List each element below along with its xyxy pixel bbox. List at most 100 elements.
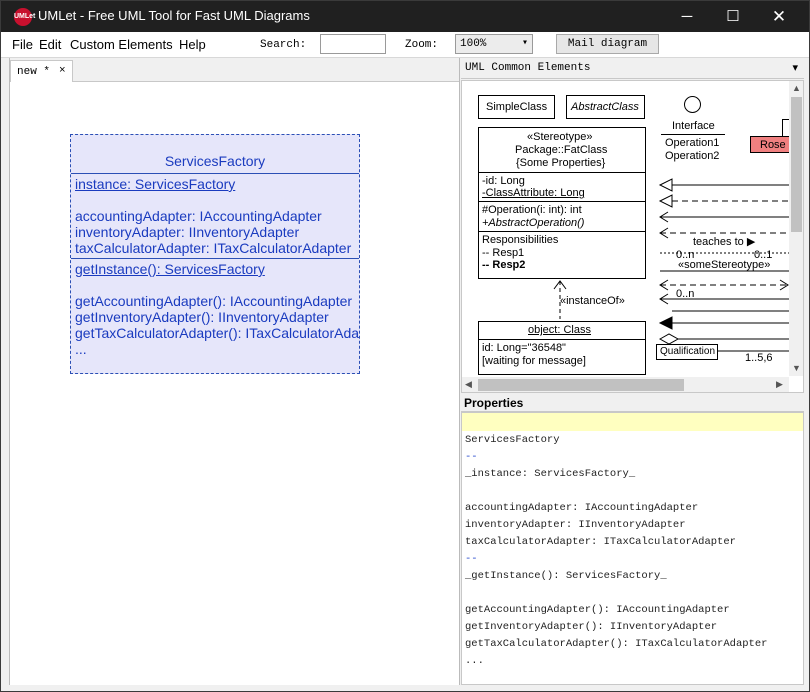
search-input[interactable]	[320, 34, 386, 54]
menu-help[interactable]: Help	[179, 37, 206, 52]
palette-horizontal-scrollbar[interactable]: ◀ ▶	[462, 377, 789, 392]
stereotype-label: «someStereotype»	[678, 259, 771, 271]
scroll-left-icon[interactable]: ◀	[465, 379, 472, 390]
qualification-label: Qualification	[660, 346, 716, 357]
class-separator	[71, 173, 359, 174]
class-static-field: instance: ServicesFactory	[75, 176, 236, 192]
fat-op: #Operation(i: int): int	[482, 204, 582, 216]
fat-resp: -- Resp2	[482, 259, 526, 271]
palette-object[interactable]: object: Class id: Long="36548" [waiting …	[478, 321, 646, 375]
properties-editor[interactable]: ServicesFactory -- _instance: ServicesFa…	[461, 412, 804, 685]
menu-file[interactable]: File	[12, 37, 33, 52]
fat-package: Package::FatClass	[515, 144, 608, 156]
menu-custom-elements[interactable]: Custom Elements	[70, 37, 173, 52]
property-line: getAccountingAdapter(): IAccountingAdapt…	[465, 604, 730, 616]
multiplicity-label: 1..5,6	[745, 352, 773, 364]
fat-attr: -ClassAttribute: Long	[482, 187, 585, 199]
class-field: taxCalculatorAdapter: ITaxCalculatorAdap…	[75, 240, 352, 256]
interface-divider	[661, 134, 725, 135]
class-method: getAccountingAdapter(): IAccountingAdapt…	[75, 293, 353, 309]
property-line: accountingAdapter: IAccountingAdapter	[465, 502, 699, 514]
palette-rose-note[interactable]: Rose	[750, 136, 790, 153]
class-static-method: getInstance(): ServicesFactory	[75, 261, 265, 277]
maximize-button[interactable]: ☐	[710, 1, 756, 32]
zoom-value: 100%	[460, 38, 487, 50]
property-line: taxCalculatorAdapter: ITaxCalculatorAdap…	[465, 536, 736, 548]
chevron-down-icon: ▾	[521, 38, 528, 49]
palette-simple-class-label: SimpleClass	[486, 101, 548, 113]
teaches-to-label: teaches to ▶	[693, 236, 756, 248]
palette-abstract-class-label: AbstractClass	[571, 101, 639, 113]
property-line: ServicesFactory	[465, 434, 560, 446]
app-window: UMLet UMLet - Free UML Tool for Fast UML…	[0, 0, 810, 692]
palette-vertical-scrollbar[interactable]: ▲ ▼	[789, 81, 803, 376]
palette-abstract-class[interactable]: AbstractClass	[566, 95, 645, 119]
scroll-thumb[interactable]	[791, 97, 802, 232]
close-button[interactable]: ✕	[756, 1, 802, 32]
menu-bar: File Edit Custom Elements Help Search: Z…	[1, 32, 809, 58]
fat-divider	[479, 172, 645, 173]
object-line: id: Long="36548"	[482, 342, 566, 354]
window-title: UMLet - Free UML Tool for Fast UML Diagr…	[38, 8, 310, 23]
rose-label: Rose	[760, 139, 786, 151]
tab-strip: new * ×	[10, 58, 459, 82]
fat-divider	[479, 231, 645, 232]
fat-op: +AbstractOperation()	[482, 217, 585, 229]
properties-header: Properties	[461, 394, 804, 412]
zoom-select[interactable]: 100% ▾	[455, 34, 533, 54]
object-name: object: Class	[528, 324, 591, 336]
scroll-right-icon[interactable]: ▶	[776, 379, 783, 390]
interface-op: Operation2	[665, 150, 720, 162]
property-line: _getInstance(): ServicesFactory_	[465, 570, 667, 582]
palette-simple-class[interactable]: SimpleClass	[478, 95, 555, 119]
property-line: --	[465, 451, 478, 463]
property-line: ...	[465, 655, 484, 667]
class-ellipsis: ...	[75, 341, 87, 357]
scroll-up-icon[interactable]: ▲	[792, 83, 801, 93]
multiplicity-label: 0..n	[676, 288, 695, 300]
property-line: inventoryAdapter: IInventoryAdapter	[465, 519, 686, 531]
palette-fat-class[interactable]: «Stereotype» Package::FatClass {Some Pro…	[478, 127, 646, 279]
palette-title: UML Common Elements	[465, 62, 591, 74]
chevron-down-icon: ▾	[792, 62, 798, 74]
properties-highlight-line	[462, 413, 803, 431]
palette-selector[interactable]: UML Common Elements ▾	[461, 58, 804, 79]
fat-properties: {Some Properties}	[516, 157, 606, 169]
element-palette[interactable]: SimpleClass AbstractClass Interface Oper…	[461, 80, 804, 393]
minimize-button[interactable]: ─	[664, 1, 710, 32]
fat-attr: -id: Long	[482, 175, 525, 187]
zoom-label: Zoom:	[405, 39, 439, 51]
palette-qualification[interactable]: Qualification	[656, 344, 718, 360]
uml-class-servicesfactory[interactable]: ServicesFactory instance: ServicesFactor…	[70, 134, 360, 374]
scroll-thumb[interactable]	[478, 379, 684, 391]
scroll-down-icon[interactable]: ▼	[792, 363, 801, 373]
class-field: inventoryAdapter: IInventoryAdapter	[75, 224, 300, 240]
object-divider	[479, 339, 645, 340]
interface-op: Operation1	[665, 137, 720, 149]
object-line: [waiting for message]	[482, 355, 586, 367]
class-separator	[71, 258, 359, 259]
tab-new[interactable]: new * ×	[10, 60, 73, 82]
class-method: getTaxCalculatorAdapter(): ITaxCalculato…	[75, 325, 360, 341]
search-label: Search:	[260, 39, 307, 51]
class-field: accountingAdapter: IAccountingAdapter	[75, 208, 322, 224]
property-line: getInventoryAdapter(): IInventoryAdapter	[465, 621, 718, 633]
umlet-logo-icon: UMLet	[14, 8, 35, 26]
class-name: ServicesFactory	[164, 153, 266, 169]
class-method: getInventoryAdapter(): IInventoryAdapter	[75, 309, 329, 325]
title-bar: UMLet UMLet - Free UML Tool for Fast UML…	[1, 1, 809, 32]
interface-circle-icon[interactable]	[684, 96, 701, 113]
menu-edit[interactable]: Edit	[39, 37, 61, 52]
fat-resp-title: Responsibilities	[482, 234, 559, 246]
tab-label: new *	[17, 66, 51, 78]
property-line: _instance: ServicesFactory_	[465, 468, 636, 480]
palette-interface-label: Interface	[672, 120, 715, 132]
mail-diagram-button[interactable]: Mail diagram	[556, 34, 659, 54]
fat-stereotype: «Stereotype»	[527, 131, 593, 143]
properties-title: Properties	[464, 396, 524, 410]
property-line: getTaxCalculatorAdapter(): ITaxCalculato…	[465, 638, 768, 650]
diagram-pane[interactable]: new * × ServicesFactory instance: Servic…	[9, 58, 460, 685]
instance-of-label: «instanceOf»	[560, 295, 625, 307]
fat-divider	[479, 201, 645, 202]
tab-close-icon[interactable]: ×	[59, 65, 66, 77]
